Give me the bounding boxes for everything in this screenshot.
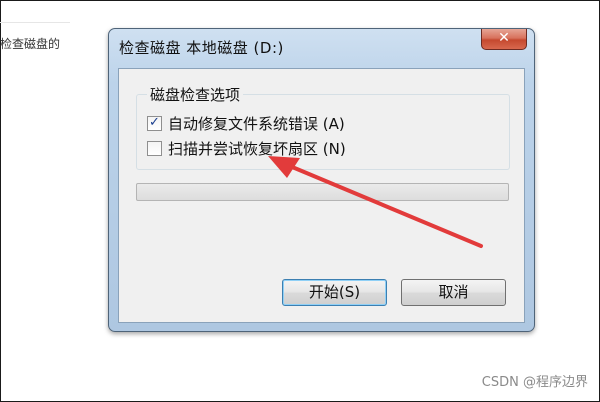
close-icon: ✕	[498, 30, 510, 46]
left-divider	[0, 22, 70, 23]
progress-bar	[136, 183, 509, 201]
option-auto-fix-label: 自动修复文件系统错误 (A)	[168, 115, 345, 133]
option-scan-recover[interactable]: 扫描并尝试恢复坏扇区 (N)	[147, 139, 346, 159]
checkbox-scan-recover[interactable]	[147, 141, 162, 156]
close-button[interactable]: ✕	[481, 29, 527, 50]
check-disk-dialog: 检查磁盘 本地磁盘 (D:) ✕ 磁盘检查选项 ✓ 自动修复文件系统错误 (A)…	[108, 28, 535, 332]
cancel-button[interactable]: 取消	[401, 279, 506, 306]
dialog-title: 检查磁盘 本地磁盘 (D:)	[119, 39, 284, 57]
watermark: CSDN @程序边界	[481, 375, 588, 390]
dialog-client-area: 磁盘检查选项 ✓ 自动修复文件系统错误 (A) 扫描并尝试恢复坏扇区 (N) 开…	[118, 68, 525, 323]
check-icon: ✓	[149, 115, 160, 130]
start-button[interactable]: 开始(S)	[282, 279, 387, 306]
checkbox-auto-fix[interactable]: ✓	[147, 115, 162, 131]
group-title: 磁盘检查选项	[147, 84, 244, 105]
option-scan-recover-label: 扫描并尝试恢复坏扇区 (N)	[168, 140, 346, 158]
option-auto-fix[interactable]: ✓ 自动修复文件系统错误 (A)	[147, 114, 345, 134]
left-text: 检查磁盘的	[0, 37, 61, 51]
